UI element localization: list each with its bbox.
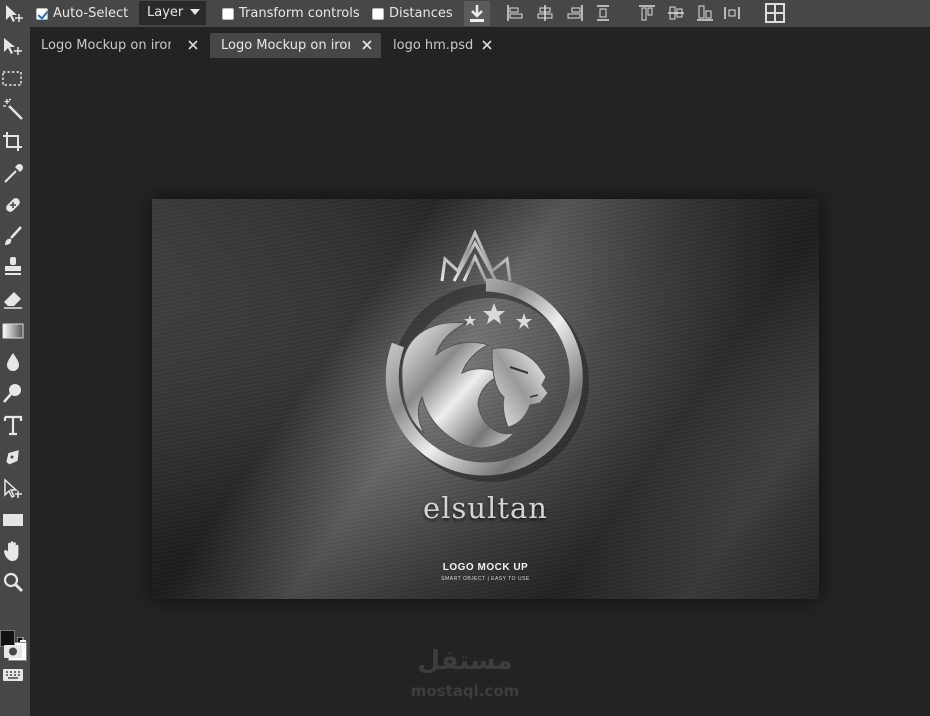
transform-controls-checkbox[interactable]: Transform controls xyxy=(222,6,360,21)
align-left-icon[interactable] xyxy=(505,3,525,23)
rectangle-tool-icon[interactable] xyxy=(1,508,25,532)
mostaql-watermark: مستقل mostaql.com xyxy=(400,646,530,706)
document-canvas[interactable]: elsultan LOGO MOCK UP SMART OBJECT | EAS… xyxy=(152,199,819,599)
hand-tool-icon[interactable] xyxy=(1,539,25,563)
align-center-horizontal-icon[interactable] xyxy=(535,3,555,23)
distribute-horizontal-icon[interactable] xyxy=(593,3,613,23)
healing-brush-tool-icon[interactable] xyxy=(1,193,25,217)
move-tool-icon[interactable] xyxy=(2,3,26,25)
checkbox-box[interactable] xyxy=(36,7,48,20)
zoom-tool-icon[interactable] xyxy=(1,570,25,594)
watermark-arabic: مستقل xyxy=(417,646,513,676)
blur-tool-icon[interactable] xyxy=(1,350,25,374)
mockup-subtitle-text: SMART OBJECT | EASY TO USE xyxy=(441,576,530,582)
crop-tool-icon[interactable] xyxy=(1,130,25,154)
lion-crest-logo xyxy=(385,229,589,482)
move-tool-icon[interactable] xyxy=(1,35,25,59)
grid-layout-icon[interactable] xyxy=(765,3,785,23)
distribute-vertical-icon[interactable] xyxy=(722,3,742,23)
dropdown-value: Layer xyxy=(147,5,184,20)
magic-wand-tool-icon[interactable] xyxy=(1,98,25,122)
brand-name-text: elsultan xyxy=(423,491,548,525)
transform-controls-label: Transform controls xyxy=(239,6,360,21)
auto-select-target-dropdown[interactable]: Layer xyxy=(139,1,206,25)
align-bottom-icon[interactable] xyxy=(695,3,715,23)
type-tool-icon[interactable] xyxy=(1,413,25,437)
align-middle-vertical-icon[interactable] xyxy=(666,3,686,23)
brush-tool-icon[interactable] xyxy=(1,224,25,248)
align-right-icon[interactable] xyxy=(565,3,585,23)
auto-select-label: Auto-Select xyxy=(53,6,129,21)
auto-select-checkbox[interactable]: Auto-Select xyxy=(36,6,128,21)
dodge-tool-icon[interactable] xyxy=(1,381,25,405)
chevron-down-icon xyxy=(190,9,200,15)
gradient-tool-icon[interactable] xyxy=(1,319,25,343)
tab-logo-mockup-iron-1[interactable]: Logo Mockup on iron xyxy=(30,33,207,58)
close-icon[interactable] xyxy=(360,38,374,52)
tab-logo-hm-psd[interactable]: logo hm.psd xyxy=(382,33,500,58)
quick-mask-icon[interactable] xyxy=(1,639,25,663)
pen-tool-icon[interactable] xyxy=(1,445,25,469)
options-bar: Auto-Select Layer Transform controls Dis… xyxy=(0,0,930,27)
document-tab-bar: Logo Mockup on iron Logo Mockup on iron … xyxy=(30,27,930,60)
tab-label: Logo Mockup on iron xyxy=(41,38,171,53)
checkbox-box[interactable] xyxy=(222,7,234,20)
path-selection-tool-icon[interactable] xyxy=(1,477,25,501)
align-top-icon[interactable] xyxy=(637,3,657,23)
eraser-tool-icon[interactable] xyxy=(1,287,25,311)
distances-label: Distances xyxy=(389,6,453,21)
checkbox-box[interactable] xyxy=(372,7,384,20)
clone-stamp-tool-icon[interactable] xyxy=(1,255,25,279)
tab-label: Logo Mockup on iron xyxy=(221,38,350,53)
close-icon[interactable] xyxy=(186,38,200,52)
download-icon xyxy=(470,5,484,22)
distances-checkbox[interactable]: Distances xyxy=(372,6,453,21)
eyedropper-tool-icon[interactable] xyxy=(1,162,25,186)
watermark-latin: mostaql.com xyxy=(410,682,520,700)
tools-panel xyxy=(0,27,30,716)
download-button[interactable] xyxy=(464,1,490,26)
marquee-tool-icon[interactable] xyxy=(1,67,25,91)
tab-logo-mockup-iron-2[interactable]: Logo Mockup on iron xyxy=(210,33,381,58)
mockup-title-text: LOGO MOCK UP xyxy=(442,562,529,573)
tab-label: logo hm.psd xyxy=(393,38,474,53)
keyboard-icon[interactable] xyxy=(1,663,25,687)
close-icon[interactable] xyxy=(480,38,494,52)
